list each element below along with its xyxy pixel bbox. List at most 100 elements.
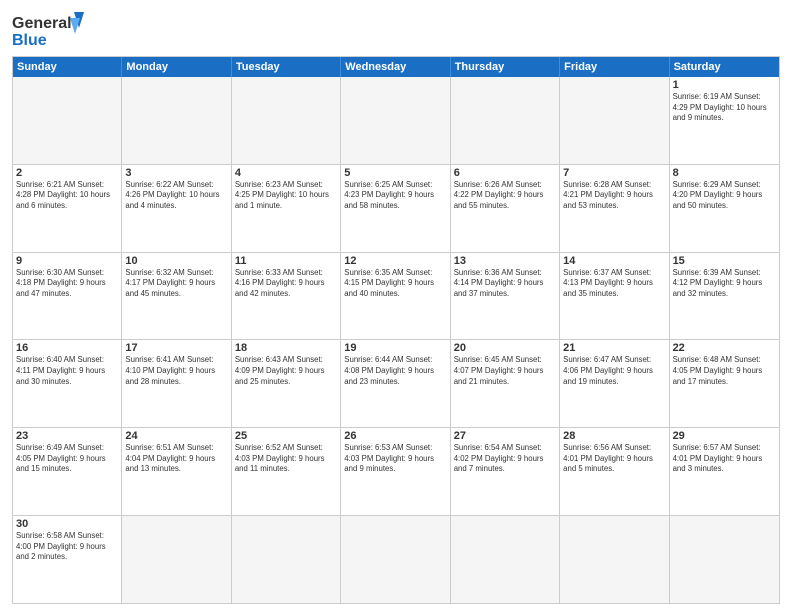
day-number: 22 bbox=[673, 342, 776, 354]
calendar: SundayMondayTuesdayWednesdayThursdayFrid… bbox=[12, 56, 780, 604]
sun-info: Sunrise: 6:43 AM Sunset: 4:09 PM Dayligh… bbox=[235, 355, 337, 387]
calendar-cell: 7Sunrise: 6:28 AM Sunset: 4:21 PM Daylig… bbox=[560, 165, 669, 252]
calendar-cell: 4Sunrise: 6:23 AM Sunset: 4:25 PM Daylig… bbox=[232, 165, 341, 252]
day-number: 11 bbox=[235, 255, 337, 267]
day-number: 27 bbox=[454, 430, 556, 442]
sun-info: Sunrise: 6:53 AM Sunset: 4:03 PM Dayligh… bbox=[344, 443, 446, 475]
calendar-cell: 27Sunrise: 6:54 AM Sunset: 4:02 PM Dayli… bbox=[451, 428, 560, 515]
sun-info: Sunrise: 6:35 AM Sunset: 4:15 PM Dayligh… bbox=[344, 268, 446, 300]
calendar-cell: 9Sunrise: 6:30 AM Sunset: 4:18 PM Daylig… bbox=[13, 253, 122, 340]
calendar-cell: 18Sunrise: 6:43 AM Sunset: 4:09 PM Dayli… bbox=[232, 340, 341, 427]
calendar-cell: 30Sunrise: 6:58 AM Sunset: 4:00 PM Dayli… bbox=[13, 516, 122, 603]
calendar-cell: 26Sunrise: 6:53 AM Sunset: 4:03 PM Dayli… bbox=[341, 428, 450, 515]
sun-info: Sunrise: 6:37 AM Sunset: 4:13 PM Dayligh… bbox=[563, 268, 665, 300]
sun-info: Sunrise: 6:28 AM Sunset: 4:21 PM Dayligh… bbox=[563, 180, 665, 212]
weekday-header: Friday bbox=[560, 57, 669, 77]
calendar-body: 1Sunrise: 6:19 AM Sunset: 4:29 PM Daylig… bbox=[13, 77, 779, 603]
logo: GeneralBlue bbox=[12, 10, 92, 50]
calendar-cell: 6Sunrise: 6:26 AM Sunset: 4:22 PM Daylig… bbox=[451, 165, 560, 252]
day-number: 7 bbox=[563, 167, 665, 179]
weekday-header: Sunday bbox=[13, 57, 122, 77]
day-number: 16 bbox=[16, 342, 118, 354]
calendar-cell: 23Sunrise: 6:49 AM Sunset: 4:05 PM Dayli… bbox=[13, 428, 122, 515]
svg-text:Blue: Blue bbox=[12, 32, 47, 49]
calendar-cell: 15Sunrise: 6:39 AM Sunset: 4:12 PM Dayli… bbox=[670, 253, 779, 340]
calendar-cell: 21Sunrise: 6:47 AM Sunset: 4:06 PM Dayli… bbox=[560, 340, 669, 427]
sun-info: Sunrise: 6:40 AM Sunset: 4:11 PM Dayligh… bbox=[16, 355, 118, 387]
sun-info: Sunrise: 6:19 AM Sunset: 4:29 PM Dayligh… bbox=[673, 92, 776, 124]
day-number: 15 bbox=[673, 255, 776, 267]
day-number: 5 bbox=[344, 167, 446, 179]
sun-info: Sunrise: 6:57 AM Sunset: 4:01 PM Dayligh… bbox=[673, 443, 776, 475]
calendar-cell: 2Sunrise: 6:21 AM Sunset: 4:28 PM Daylig… bbox=[13, 165, 122, 252]
sun-info: Sunrise: 6:49 AM Sunset: 4:05 PM Dayligh… bbox=[16, 443, 118, 475]
day-number: 13 bbox=[454, 255, 556, 267]
weekday-header: Monday bbox=[122, 57, 231, 77]
calendar-cell bbox=[560, 516, 669, 603]
day-number: 8 bbox=[673, 167, 776, 179]
sun-info: Sunrise: 6:51 AM Sunset: 4:04 PM Dayligh… bbox=[125, 443, 227, 475]
calendar-cell: 3Sunrise: 6:22 AM Sunset: 4:26 PM Daylig… bbox=[122, 165, 231, 252]
calendar-cell: 22Sunrise: 6:48 AM Sunset: 4:05 PM Dayli… bbox=[670, 340, 779, 427]
calendar-cell bbox=[341, 77, 450, 164]
calendar-cell: 10Sunrise: 6:32 AM Sunset: 4:17 PM Dayli… bbox=[122, 253, 231, 340]
day-number: 17 bbox=[125, 342, 227, 354]
sun-info: Sunrise: 6:36 AM Sunset: 4:14 PM Dayligh… bbox=[454, 268, 556, 300]
sun-info: Sunrise: 6:54 AM Sunset: 4:02 PM Dayligh… bbox=[454, 443, 556, 475]
calendar-cell bbox=[670, 516, 779, 603]
sun-info: Sunrise: 6:45 AM Sunset: 4:07 PM Dayligh… bbox=[454, 355, 556, 387]
day-number: 1 bbox=[673, 79, 776, 91]
calendar-cell: 8Sunrise: 6:29 AM Sunset: 4:20 PM Daylig… bbox=[670, 165, 779, 252]
weekday-header: Saturday bbox=[670, 57, 779, 77]
calendar-cell: 24Sunrise: 6:51 AM Sunset: 4:04 PM Dayli… bbox=[122, 428, 231, 515]
weekday-header: Thursday bbox=[451, 57, 560, 77]
weekday-header: Tuesday bbox=[232, 57, 341, 77]
sun-info: Sunrise: 6:26 AM Sunset: 4:22 PM Dayligh… bbox=[454, 180, 556, 212]
day-number: 24 bbox=[125, 430, 227, 442]
calendar-cell: 13Sunrise: 6:36 AM Sunset: 4:14 PM Dayli… bbox=[451, 253, 560, 340]
day-number: 4 bbox=[235, 167, 337, 179]
calendar-row: 1Sunrise: 6:19 AM Sunset: 4:29 PM Daylig… bbox=[13, 77, 779, 164]
calendar-cell bbox=[122, 516, 231, 603]
sun-info: Sunrise: 6:33 AM Sunset: 4:16 PM Dayligh… bbox=[235, 268, 337, 300]
calendar-cell: 1Sunrise: 6:19 AM Sunset: 4:29 PM Daylig… bbox=[670, 77, 779, 164]
calendar-cell: 14Sunrise: 6:37 AM Sunset: 4:13 PM Dayli… bbox=[560, 253, 669, 340]
day-number: 9 bbox=[16, 255, 118, 267]
sun-info: Sunrise: 6:41 AM Sunset: 4:10 PM Dayligh… bbox=[125, 355, 227, 387]
calendar-cell: 29Sunrise: 6:57 AM Sunset: 4:01 PM Dayli… bbox=[670, 428, 779, 515]
weekday-header: Wednesday bbox=[341, 57, 450, 77]
sun-info: Sunrise: 6:29 AM Sunset: 4:20 PM Dayligh… bbox=[673, 180, 776, 212]
sun-info: Sunrise: 6:21 AM Sunset: 4:28 PM Dayligh… bbox=[16, 180, 118, 212]
day-number: 2 bbox=[16, 167, 118, 179]
sun-info: Sunrise: 6:22 AM Sunset: 4:26 PM Dayligh… bbox=[125, 180, 227, 212]
sun-info: Sunrise: 6:47 AM Sunset: 4:06 PM Dayligh… bbox=[563, 355, 665, 387]
day-number: 12 bbox=[344, 255, 446, 267]
day-number: 28 bbox=[563, 430, 665, 442]
day-number: 23 bbox=[16, 430, 118, 442]
day-number: 29 bbox=[673, 430, 776, 442]
calendar-cell bbox=[451, 77, 560, 164]
calendar-row: 16Sunrise: 6:40 AM Sunset: 4:11 PM Dayli… bbox=[13, 339, 779, 427]
calendar-cell: 5Sunrise: 6:25 AM Sunset: 4:23 PM Daylig… bbox=[341, 165, 450, 252]
day-number: 21 bbox=[563, 342, 665, 354]
calendar-cell bbox=[341, 516, 450, 603]
calendar-cell: 28Sunrise: 6:56 AM Sunset: 4:01 PM Dayli… bbox=[560, 428, 669, 515]
sun-info: Sunrise: 6:32 AM Sunset: 4:17 PM Dayligh… bbox=[125, 268, 227, 300]
calendar-row: 30Sunrise: 6:58 AM Sunset: 4:00 PM Dayli… bbox=[13, 515, 779, 603]
day-number: 14 bbox=[563, 255, 665, 267]
sun-info: Sunrise: 6:48 AM Sunset: 4:05 PM Dayligh… bbox=[673, 355, 776, 387]
calendar-cell bbox=[232, 516, 341, 603]
calendar-cell: 16Sunrise: 6:40 AM Sunset: 4:11 PM Dayli… bbox=[13, 340, 122, 427]
calendar-row: 2Sunrise: 6:21 AM Sunset: 4:28 PM Daylig… bbox=[13, 164, 779, 252]
sun-info: Sunrise: 6:30 AM Sunset: 4:18 PM Dayligh… bbox=[16, 268, 118, 300]
svg-text:General: General bbox=[12, 15, 72, 32]
sun-info: Sunrise: 6:56 AM Sunset: 4:01 PM Dayligh… bbox=[563, 443, 665, 475]
calendar-row: 9Sunrise: 6:30 AM Sunset: 4:18 PM Daylig… bbox=[13, 252, 779, 340]
day-number: 10 bbox=[125, 255, 227, 267]
calendar-cell: 11Sunrise: 6:33 AM Sunset: 4:16 PM Dayli… bbox=[232, 253, 341, 340]
day-number: 30 bbox=[16, 518, 118, 530]
sun-info: Sunrise: 6:25 AM Sunset: 4:23 PM Dayligh… bbox=[344, 180, 446, 212]
calendar-cell bbox=[451, 516, 560, 603]
sun-info: Sunrise: 6:44 AM Sunset: 4:08 PM Dayligh… bbox=[344, 355, 446, 387]
calendar-cell bbox=[122, 77, 231, 164]
